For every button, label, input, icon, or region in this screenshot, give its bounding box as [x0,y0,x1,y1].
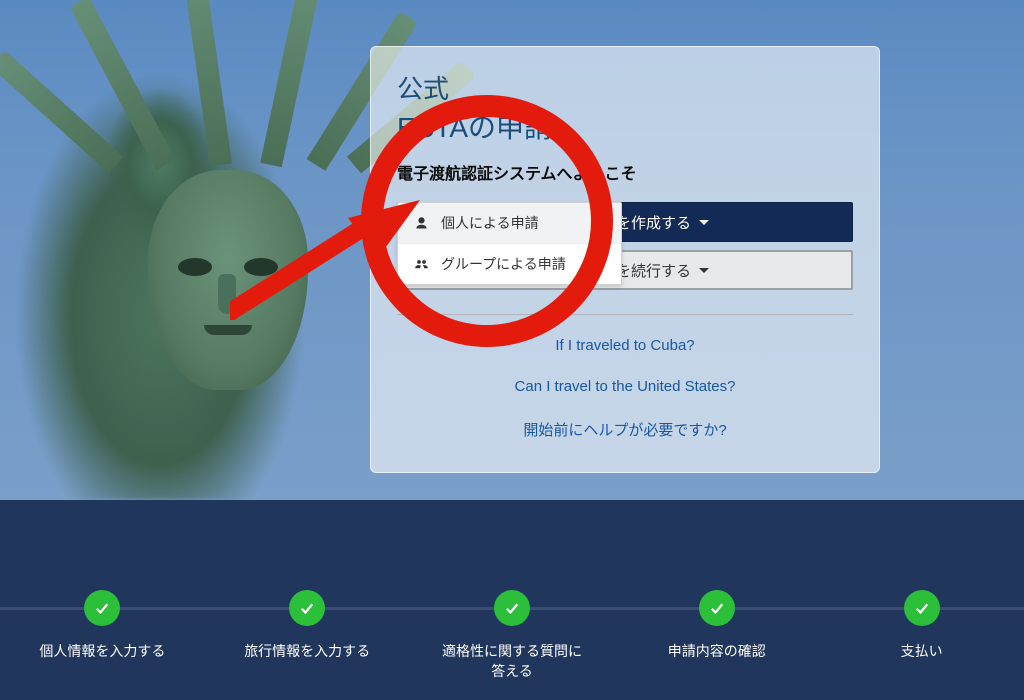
step-label: 旅行情報を入力する [205,642,410,662]
card-actions: 新規に申請を作成する 既存の申請を続行する 個人による申請 [397,202,853,290]
dropdown-item-label: グループによる申請 [441,254,566,274]
create-application-dropdown: 個人による申請 グループによる申請 [397,202,622,285]
dropdown-item-label: 個人による申請 [441,213,539,233]
link-help-before-start[interactable]: 開始前にヘルプが必要ですか? [397,413,853,446]
caret-down-icon [699,268,709,273]
dropdown-item-group[interactable]: グループによる申請 [398,243,621,284]
step-label: 個人情報を入力する [0,642,205,662]
step-label: 申請内容の確認 [614,642,819,662]
step-1: 個人情報を入力する [0,590,205,662]
group-icon [414,257,429,272]
steps-band: 個人情報を入力する 旅行情報を入力する 適格性に関する質問に 答える 申請内容の… [0,500,1024,700]
steps: 個人情報を入力する 旅行情報を入力する 適格性に関する質問に 答える 申請内容の… [0,590,1024,681]
link-travel-us[interactable]: Can I travel to the United States? [397,372,853,401]
dropdown-item-individual[interactable]: 個人による申請 [398,203,621,243]
divider [397,314,853,315]
step-4: 申請内容の確認 [614,590,819,662]
link-cuba[interactable]: If I traveled to Cuba? [397,331,853,360]
checkmark-icon [289,590,325,626]
caret-down-icon [699,220,709,225]
statue-crown [95,0,365,165]
step-3: 適格性に関する質問に 答える [410,590,615,681]
step-label: 適格性に関する質問に 答える [410,642,615,681]
card-subtitle: 電子渡航認証システムへようこそ [397,160,853,184]
card-title-prefix: 公式 [397,69,853,106]
hero-section: 公式 ESTAの申請 電子渡航認証システムへようこそ 新規に申請を作成する 既存… [0,0,1024,500]
checkmark-icon [904,590,940,626]
step-2: 旅行情報を入力する [205,590,410,662]
card-title: ESTAの申請 [397,106,853,146]
step-5: 支払い [819,590,1024,662]
checkmark-icon [84,590,120,626]
checkmark-icon [699,590,735,626]
application-card: 公式 ESTAの申請 電子渡航認証システムへようこそ 新規に申請を作成する 既存… [370,46,880,473]
step-label: 支払い [819,642,1024,662]
statue-face [148,170,308,390]
user-icon [414,216,429,231]
checkmark-icon [494,590,530,626]
